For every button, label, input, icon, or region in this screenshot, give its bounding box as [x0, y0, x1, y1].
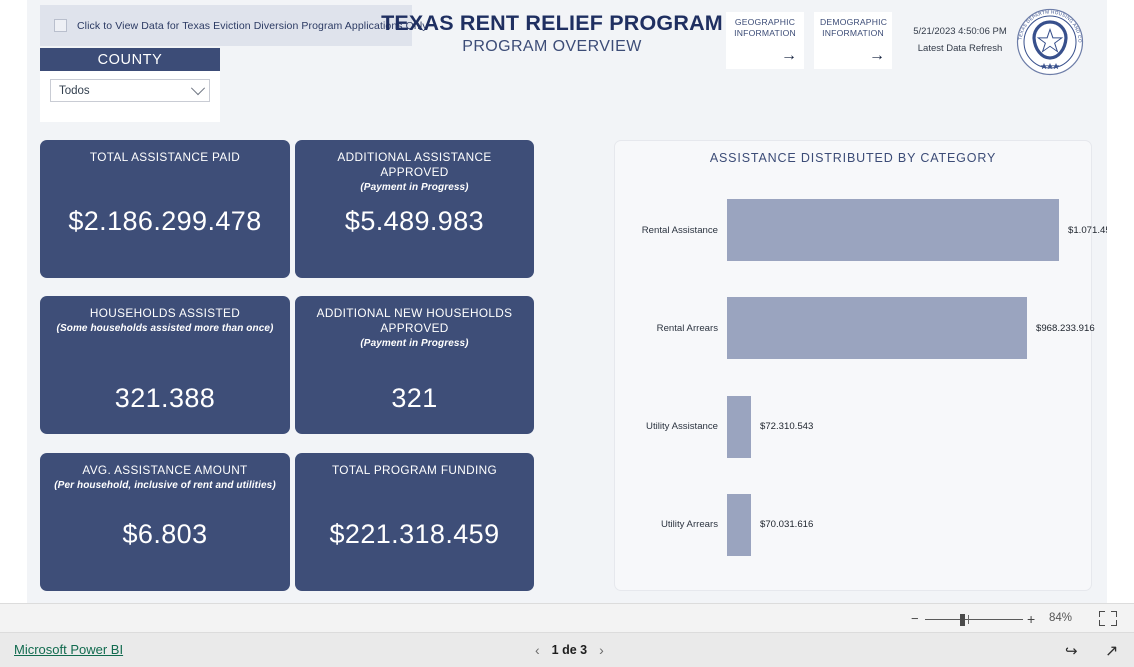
bar-value-label: $70.031.616: [760, 519, 814, 531]
bar-row[interactable]: Utility Arrears $70.031.616: [615, 476, 1091, 574]
bar-value-label: $968.233.916: [1036, 322, 1095, 334]
page-navigation: ‹ 1 de 3 ›: [535, 642, 604, 658]
chart-plot-area: Rental Assistance $1.071.457.684 Rental Ar…: [615, 181, 1107, 574]
zoom-slider-tick: [968, 615, 969, 624]
refresh-timestamp: 5/21/2023 4:50:06 PM: [913, 26, 1007, 37]
kpi-title: AVG. ASSISTANCE AMOUNT: [82, 463, 248, 477]
kpi-card-total-program-funding[interactable]: TOTAL PROGRAM FUNDING $221.318.459: [295, 453, 534, 591]
microsoft-power-bi-link[interactable]: Microsoft Power BI: [14, 642, 123, 657]
kpi-value: 321: [391, 383, 438, 413]
kpi-title: ADDITIONAL ASSISTANCE APPROVED: [337, 150, 492, 179]
kpi-value: $221.318.459: [329, 519, 500, 549]
eviction-filter-checkbox[interactable]: [54, 19, 67, 32]
kpi-card-avg-assistance-amount[interactable]: AVG. ASSISTANCE AMOUNT (Per household, i…: [40, 453, 290, 591]
kpi-note: (Payment in Progress): [360, 182, 469, 193]
refresh-label: Latest Data Refresh: [917, 43, 1003, 54]
bar-fill[interactable]: [727, 199, 1059, 262]
fullscreen-expand-icon[interactable]: ↗: [1105, 641, 1118, 661]
page-title: TEXAS RENT RELIEF PROGRAM: [381, 11, 723, 35]
page-indicator: 1 de 3: [551, 643, 588, 657]
kpi-value: 321.388: [114, 383, 216, 413]
bar-row[interactable]: Utility Assistance $72.310.543: [615, 378, 1091, 476]
bar-category-label: Rental Arrears: [656, 322, 718, 334]
kpi-value: $6.803: [122, 519, 208, 549]
chart-title: ASSISTANCE DISTRIBUTED BY CATEGORY: [709, 151, 997, 165]
power-bi-report-viewer: Click to View Data for Texas Eviction Di…: [0, 0, 1134, 667]
kpi-value: $5.489.983: [344, 206, 485, 236]
county-slicer-header: COUNTY: [40, 48, 220, 71]
kpi-card-additional-assistance-approved[interactable]: ADDITIONAL ASSISTANCE APPROVED (Payment …: [295, 140, 534, 278]
kpi-title: HOUSEHOLDS ASSISTED: [89, 306, 241, 320]
bar-category-label: Rental Assistance: [641, 224, 718, 236]
bar-fill[interactable]: [727, 395, 751, 458]
kpi-note: (Per household, inclusive of rent and ut…: [54, 480, 276, 491]
county-slicer[interactable]: COUNTY Todos: [40, 48, 220, 122]
bar-row[interactable]: Rental Arrears $968.233.916: [615, 279, 1095, 377]
bar-row[interactable]: Rental Assistance $1.071.457.684: [615, 181, 1107, 279]
county-dropdown[interactable]: Todos: [50, 79, 210, 102]
data-refresh-block: 5/21/2023 4:50:06 PM Latest Data Refresh: [900, 24, 1020, 59]
kpi-card-additional-new-households-approved[interactable]: ADDITIONAL NEW HOUSEHOLDS APPROVED (Paym…: [295, 296, 534, 434]
kpi-card-total-assistance-paid[interactable]: TOTAL ASSISTANCE PAID $2.186.299.478: [40, 140, 290, 278]
zoom-out-button[interactable]: −: [911, 612, 919, 625]
bar-fill[interactable]: [727, 493, 751, 556]
bar-track: $1.071.457.684: [727, 181, 1107, 279]
zoom-slider-thumb[interactable]: [960, 614, 965, 626]
zoom-toolbar: − + 84%: [0, 603, 1134, 633]
arrow-right-icon: →: [781, 47, 797, 64]
zoom-slider-track[interactable]: [925, 619, 1023, 620]
nav-demo-line2: INFORMATION: [822, 28, 884, 38]
bar-fill[interactable]: [727, 297, 1027, 360]
report-title-block: TEXAS RENT RELIEF PROGRAM PROGRAM OVERVI…: [357, 10, 747, 58]
bar-track: $968.233.916: [727, 279, 1095, 377]
share-icon[interactable]: ↪: [1065, 642, 1078, 660]
report-canvas: Click to View Data for Texas Eviction Di…: [27, 0, 1107, 603]
zoom-in-button[interactable]: +: [1027, 612, 1035, 626]
kpi-card-households-assisted[interactable]: HOUSEHOLDS ASSISTED (Some households ass…: [40, 296, 290, 434]
nav-geo-line2: INFORMATION: [734, 28, 796, 38]
bar-value-label: $72.310.543: [760, 421, 814, 433]
bar-track: $70.031.616: [727, 476, 1091, 574]
report-footer: Microsoft Power BI ‹ 1 de 3 › ↪ ↗: [0, 633, 1134, 667]
bar-category-label: Utility Arrears: [660, 519, 718, 531]
zoom-percent-label: 84%: [1049, 612, 1073, 624]
kpi-title: TOTAL PROGRAM FUNDING: [331, 463, 498, 477]
fit-to-page-icon[interactable]: [1099, 611, 1117, 626]
assistance-by-category-chart[interactable]: ASSISTANCE DISTRIBUTED BY CATEGORY Renta…: [614, 140, 1107, 591]
kpi-value: $2.186.299.478: [68, 206, 262, 236]
kpi-note: (Some households assisted more than once…: [56, 323, 274, 334]
page-subtitle: PROGRAM OVERVIEW: [462, 38, 642, 55]
bar-value-label: $1.071.457.684: [1068, 224, 1107, 236]
kpi-note: (Payment in Progress): [360, 338, 469, 349]
tdhca-seal-icon: TEXAS DEPARTMENT OF HOUSING AND COMMUNIT…: [1014, 4, 1084, 76]
previous-page-button[interactable]: ‹: [535, 642, 540, 658]
kpi-title: ADDITIONAL NEW HOUSEHOLDS APPROVED: [316, 306, 513, 335]
county-selected-value: Todos: [59, 84, 90, 97]
chevron-down-icon: [190, 80, 206, 95]
kpi-title: TOTAL ASSISTANCE PAID: [89, 150, 241, 164]
bar-category-label: Utility Assistance: [646, 421, 718, 433]
nav-demographic-information-button[interactable]: DEMOGRAPHIC INFORMATION →: [814, 12, 892, 69]
nav-demo-line1: DEMOGRAPHIC: [820, 17, 888, 27]
bar-track: $72.310.543: [727, 378, 1091, 476]
nav-geo-line1: GEOGRAPHIC: [734, 17, 796, 27]
nav-geographic-information-button[interactable]: GEOGRAPHIC INFORMATION →: [726, 12, 804, 69]
next-page-button[interactable]: ›: [599, 642, 604, 658]
arrow-right-icon: →: [869, 47, 885, 64]
